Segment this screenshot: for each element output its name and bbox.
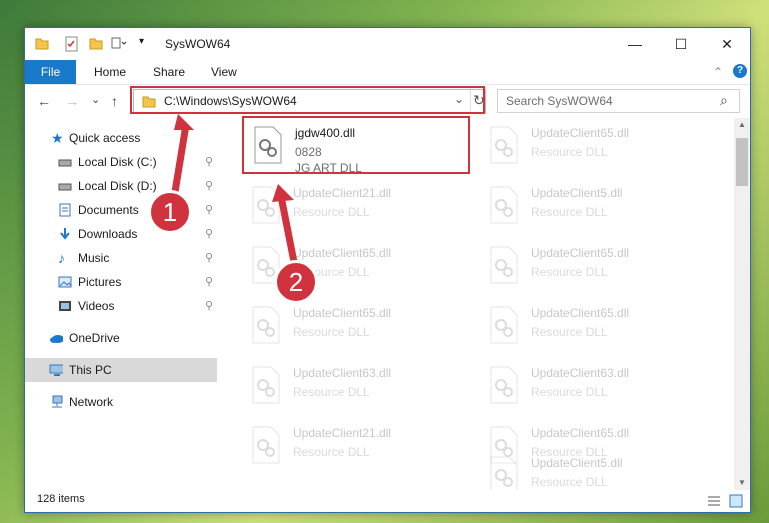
callout-2: 2 [274, 260, 318, 304]
annotation-arrows [170, 114, 298, 263]
callout-1: 1 [148, 190, 192, 234]
